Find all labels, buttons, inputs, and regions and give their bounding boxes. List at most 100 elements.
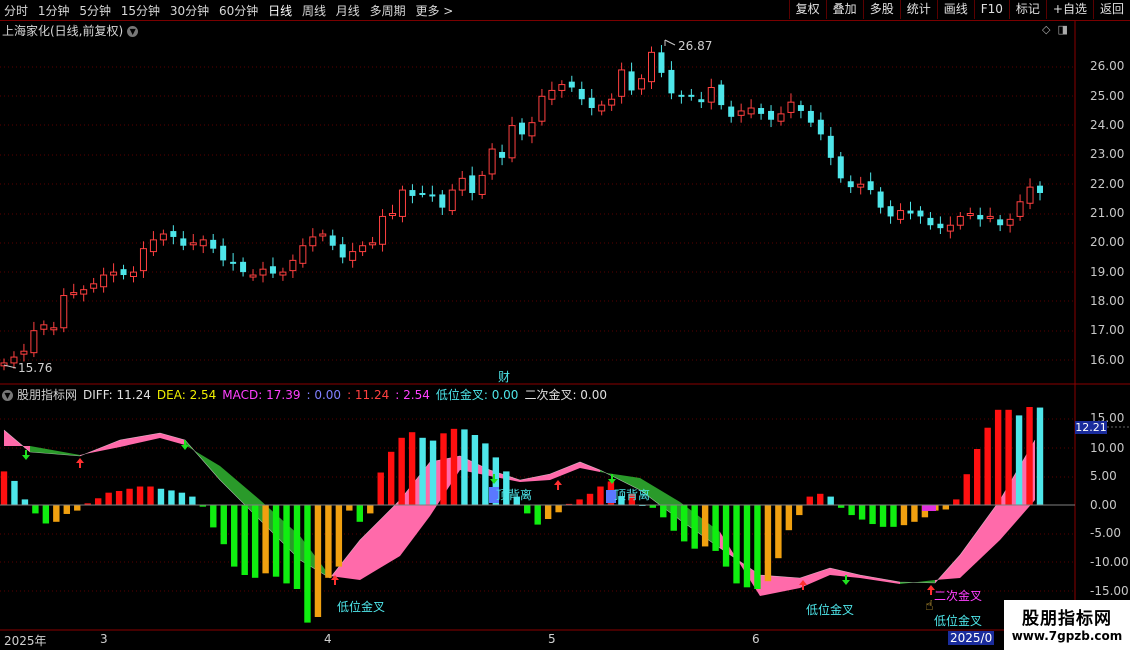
candle-body	[478, 174, 486, 195]
down-arrow-icon	[22, 455, 30, 460]
indicator-name[interactable]: 股朋指标网	[17, 388, 77, 402]
candle-body	[857, 183, 865, 188]
up-arrow-icon	[76, 458, 84, 463]
macd-bar	[544, 505, 552, 519]
macd-bar	[743, 505, 751, 588]
macd-bar	[733, 505, 740, 584]
macd-bar	[722, 505, 730, 567]
macd-bar	[293, 505, 301, 589]
price-tick: 21.00	[1090, 206, 1125, 220]
macd-bar	[157, 488, 165, 505]
candle-body	[50, 327, 58, 331]
candle-body	[847, 181, 854, 188]
candle-body	[728, 106, 735, 117]
kline-chart[interactable]: 26.87 15.76 财	[0, 0, 1130, 650]
macd-bar	[126, 488, 133, 505]
pane-controls: ◇ ◨	[1042, 23, 1068, 36]
macd-bar	[471, 435, 479, 505]
macd-bar	[701, 505, 709, 547]
candle-body	[747, 107, 755, 115]
price-tick: 26.00	[1090, 59, 1125, 73]
macd-bar	[900, 505, 908, 526]
stock-title[interactable]: 上海家化(日线,前复权) ▼	[2, 22, 139, 39]
candle-body	[349, 251, 357, 261]
candle-body	[827, 135, 834, 158]
candle-body	[40, 324, 48, 330]
indicator-value-2: : 11.24	[347, 388, 390, 402]
macd-bar	[670, 505, 677, 531]
candle-body	[110, 271, 118, 276]
macd-bar	[681, 505, 688, 542]
candle-body	[269, 266, 276, 274]
candle-body	[907, 210, 914, 214]
second-gold-cross-label: 二次金叉	[934, 589, 983, 603]
panel-icon[interactable]: ◨	[1057, 23, 1067, 36]
price-tick: 19.00	[1090, 265, 1125, 279]
macd-value: MACD: 17.39	[222, 388, 301, 402]
macd-bar	[1026, 407, 1033, 505]
candle-body	[638, 78, 646, 90]
diamond-icon[interactable]: ◇	[1042, 23, 1050, 36]
band-segment	[360, 500, 400, 580]
macd-bar	[858, 505, 866, 520]
chevron-down-icon[interactable]: ▼	[127, 26, 139, 37]
candle-body	[807, 110, 814, 123]
candle-body	[917, 210, 924, 217]
macd-bar	[963, 474, 970, 505]
candle-body	[180, 238, 187, 246]
macd-bar	[984, 427, 991, 505]
watermark-title: 股朋指标网	[1022, 609, 1112, 629]
macd-bar	[314, 505, 322, 617]
signal-arrows	[22, 440, 936, 595]
candle-body	[189, 242, 197, 246]
macd-bar	[1036, 407, 1044, 505]
macd-bar	[482, 443, 489, 505]
macd-bar	[231, 505, 238, 567]
macd-bar	[398, 437, 405, 505]
macd-bar	[691, 505, 698, 549]
candle-body	[688, 94, 695, 97]
candle-body	[170, 231, 177, 237]
candle-body	[946, 224, 954, 232]
signal-marker	[922, 505, 936, 511]
macd-bar	[115, 491, 123, 505]
financial-marker: 财	[498, 370, 510, 384]
candle-body	[60, 295, 68, 329]
candle-body	[139, 248, 147, 272]
candle-body	[837, 156, 844, 179]
candle-body	[628, 71, 635, 91]
macd-bar	[74, 505, 81, 511]
band-segment	[960, 500, 1000, 578]
low-gold-cross-label: 低位金叉	[337, 600, 386, 614]
candle-body	[120, 269, 127, 276]
candle-body	[458, 177, 466, 191]
macd-bar	[21, 499, 29, 505]
macd-bar	[994, 409, 1002, 505]
dea-value: DEA: 2.54	[156, 388, 217, 402]
candle-body	[758, 108, 765, 114]
chevron-down-icon[interactable]: ▼	[2, 390, 13, 401]
top-divergence-label: 顶背离	[496, 488, 533, 502]
macd-bar	[974, 449, 981, 505]
macd-histogram	[0, 407, 1044, 623]
macd-bar	[168, 490, 175, 505]
price-tick: 22.00	[1090, 177, 1125, 191]
price-tick: 25.00	[1090, 89, 1125, 103]
time-month-label: 5	[548, 632, 556, 646]
macd-bar	[189, 496, 196, 505]
down-arrow-icon	[842, 580, 850, 585]
candle-body	[678, 94, 685, 97]
candle-body	[768, 110, 775, 120]
macd-bar	[335, 505, 343, 567]
candle-body	[319, 233, 327, 237]
macd-bar	[848, 505, 855, 516]
macd-bar	[942, 505, 950, 510]
macd-bar	[387, 451, 395, 505]
candle-body	[199, 239, 207, 247]
candle-body	[618, 69, 626, 97]
indicator-value-1: : 0.00	[306, 388, 342, 402]
watermark-logo: 股朋指标网 www.7gpzb.com	[1004, 600, 1130, 650]
candle-body	[1026, 186, 1034, 204]
price-tick: 18.00	[1090, 294, 1125, 308]
macd-bar	[367, 505, 374, 514]
